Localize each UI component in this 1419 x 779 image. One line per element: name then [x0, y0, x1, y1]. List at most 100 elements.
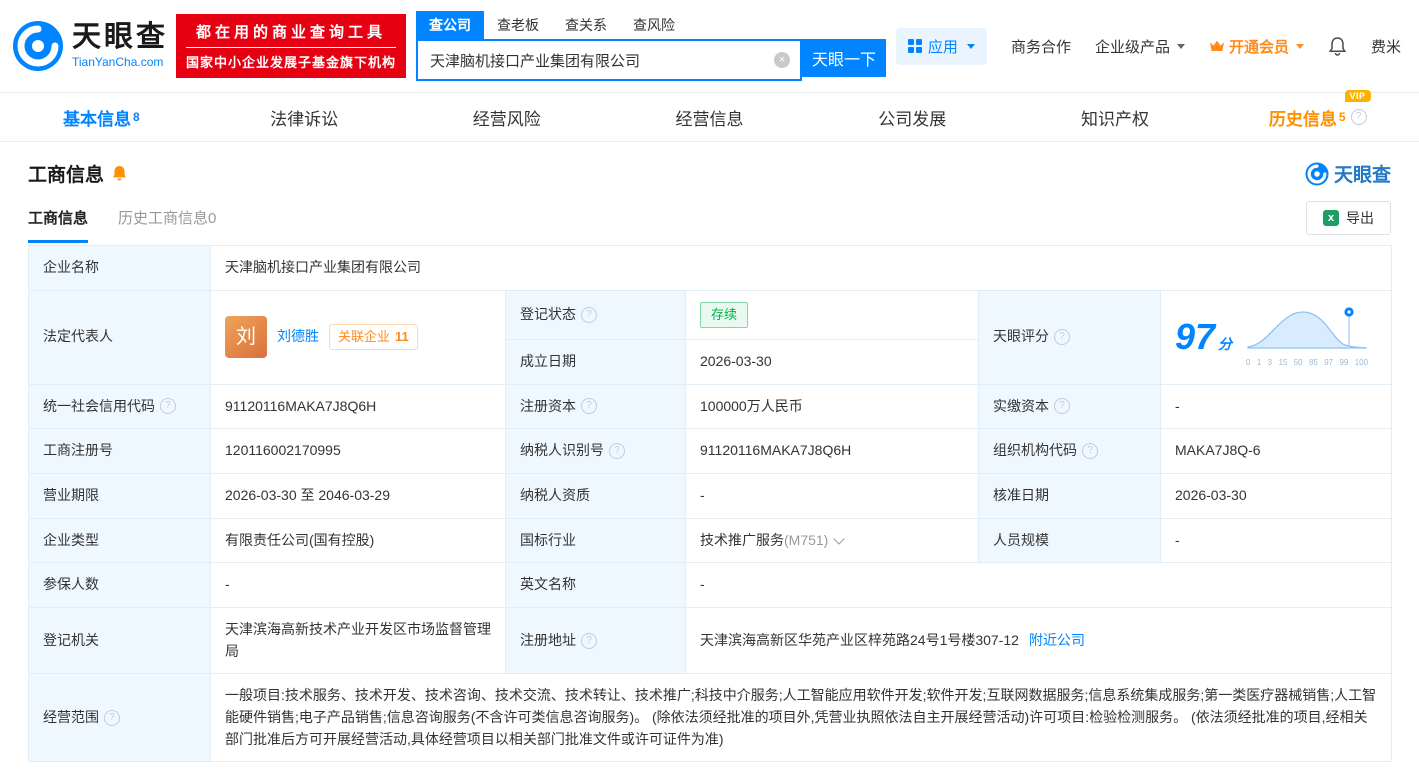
industry-value-cell: 技术推广服务(M751): [685, 517, 979, 564]
tianyancha-logo[interactable]: 天眼查 TianYanCha.com: [12, 20, 168, 72]
clear-icon[interactable]: [774, 52, 791, 68]
company-section-tabs: 基本信息 8 法律诉讼 经营风险 经营信息 公司发展 知识产权 VIP 历史信息…: [0, 89, 1419, 142]
industry-value: 技术推广服务: [700, 531, 784, 548]
subtab-business-info[interactable]: 工商信息: [28, 207, 89, 243]
help-icon[interactable]: [609, 443, 625, 460]
help-icon[interactable]: [581, 306, 597, 323]
search-tab-risk[interactable]: 查风险: [620, 11, 688, 39]
subtabs-row: 工商信息 历史工商信息0 导出: [0, 193, 1419, 243]
brand-domain: TianYanCha.com: [72, 55, 164, 69]
nav-open-vip-label: 开通会员: [1228, 38, 1289, 56]
notification-bell-icon[interactable]: [1328, 36, 1347, 56]
apps-grid-icon: [907, 39, 922, 53]
subtab-history-business-info[interactable]: 历史工商信息0: [118, 207, 216, 243]
tab-history-info-label: 历史信息: [1268, 109, 1337, 129]
paid-capital-label-cell: 实缴资本: [978, 383, 1161, 430]
search-tab-boss[interactable]: 查老板: [484, 11, 552, 39]
tianyancha-watermark-icon: [1305, 161, 1329, 186]
insured-value: -: [210, 562, 506, 608]
help-icon[interactable]: [104, 709, 120, 726]
status-badge: 存续: [700, 301, 749, 328]
slogan-line2: 国家中小企业发展子基金旗下机构: [186, 55, 397, 70]
table-row: 企业类型 有限责任公司(国有控股) 国标行业 技术推广服务(M751) 人员规模…: [28, 517, 1392, 564]
chevron-down-icon[interactable]: [833, 532, 846, 545]
export-button[interactable]: 导出: [1306, 201, 1391, 235]
help-icon[interactable]: [581, 632, 597, 649]
header: 天眼查 TianYanCha.com 都在用的商业查询工具 国家中小企业发展子基…: [0, 0, 1419, 92]
tab-company-development-label: 公司发展: [878, 109, 947, 129]
tab-operating-risk-label: 经营风险: [472, 109, 541, 129]
company-type-label: 企业类型: [28, 517, 211, 564]
related-companies-count: 11: [395, 329, 409, 345]
help-icon[interactable]: [1350, 109, 1367, 125]
tab-legal-proceedings[interactable]: 法律诉讼: [203, 93, 406, 141]
help-icon[interactable]: [1054, 398, 1070, 415]
search-tab-company[interactable]: 查公司: [416, 11, 485, 39]
nav-enterprise-products-label: 企业级产品: [1094, 38, 1170, 56]
help-icon[interactable]: [581, 398, 597, 415]
help-icon[interactable]: [160, 398, 176, 415]
tab-company-development[interactable]: 公司发展: [811, 93, 1014, 141]
approval-date-value: 2026-03-30: [1160, 472, 1392, 519]
help-icon[interactable]: [1054, 329, 1070, 346]
tab-operating-info-label: 经营信息: [675, 109, 744, 129]
score-axis: 0 1 3 15 50 85 97 99 100: [1246, 357, 1369, 367]
tab-operating-risk[interactable]: 经营风险: [405, 93, 608, 141]
score-chart: 0 1 3 15 50 85 97 99 100: [1246, 305, 1368, 369]
slogan-badge: 都在用的商业查询工具 国家中小企业发展子基金旗下机构: [176, 14, 407, 78]
industry-code: (M751): [784, 531, 829, 548]
nav-enterprise-products[interactable]: 企业级产品: [1095, 36, 1185, 57]
tab-history-info[interactable]: VIP 历史信息 5: [1216, 89, 1419, 141]
crown-icon: [1209, 40, 1224, 51]
business-info-table: 企业名称 天津脑机接口产业集团有限公司 法定代表人 刘 刘德胜 关联企业 11: [28, 245, 1392, 763]
nearby-companies-link[interactable]: 附近公司: [1029, 632, 1085, 648]
approval-date-label: 核准日期: [978, 472, 1161, 519]
chevron-down-icon: [1295, 43, 1304, 49]
search-tab-relation[interactable]: 查关系: [552, 11, 620, 39]
nav-user[interactable]: 费米: [1371, 36, 1401, 57]
reg-address-value-cell: 天津滨海高新区华苑产业区梓苑路24号1号楼307-12 附近公司: [685, 606, 1392, 675]
table-row: 统一社会信用代码 91120116MAKA7J8Q6H 注册资本 100000万…: [28, 383, 1392, 430]
table-row: 法定代表人 刘 刘德胜 关联企业 11 登记状态 ? 存续 天眼评分 ? 97 …: [28, 289, 1392, 385]
search-area: 查公司 查老板 查关系 查风险 天眼一下: [416, 11, 887, 81]
reg-status-value-cell: 存续: [685, 289, 979, 340]
export-button-label: 导出: [1346, 210, 1374, 226]
reg-number-value: 120116002170995: [210, 428, 506, 474]
staff-size-value: -: [1160, 517, 1392, 564]
reg-address-value: 天津滨海高新区华苑产业区梓苑路24号1号楼307-12: [700, 631, 1019, 648]
search-tabs: 查公司 查老板 查关系 查风险: [416, 11, 886, 39]
legal-rep-link[interactable]: 刘德胜: [277, 326, 319, 348]
help-icon[interactable]: [1082, 443, 1098, 460]
chevron-down-icon: [1176, 43, 1185, 49]
search-button[interactable]: 天眼一下: [802, 39, 887, 77]
establish-date-label: 成立日期: [505, 338, 686, 385]
vip-badge: VIP: [1344, 89, 1371, 102]
taxpayer-quality-label: 纳税人资质: [505, 472, 686, 519]
taxpayer-id-value: 91120116MAKA7J8Q6H: [685, 428, 979, 474]
business-info-section: 工商信息 天眼查 工商信息 历史工商信息0 x 导出 企业名称 天津脑机接口产业…: [0, 142, 1419, 763]
table-row: 参保人数 - 英文名称 -: [28, 562, 1392, 608]
search-input[interactable]: [428, 50, 775, 70]
tab-basic-info-label: 基本信息: [63, 109, 132, 129]
apps-menu[interactable]: 应用: [895, 27, 987, 65]
table-row: 营业期限 2026-03-30 至 2046-03-29 纳税人资质 - 核准日…: [28, 472, 1392, 519]
brand-name: 天眼查: [72, 21, 169, 53]
table-row: 企业名称 天津脑机接口产业集团有限公司: [28, 245, 1392, 291]
legal-rep-cell: 刘 刘德胜 关联企业 11: [210, 289, 506, 385]
paid-capital-value: -: [1160, 383, 1392, 430]
credit-code-label: 统一社会信用代码: [43, 397, 155, 414]
nav-business-cooperation[interactable]: 商务合作: [1011, 36, 1071, 57]
reg-authority-label: 登记机关: [28, 606, 211, 675]
monitor-bell-icon[interactable]: [112, 165, 127, 182]
related-companies-badge[interactable]: 关联企业 11: [329, 324, 418, 351]
subtab-history-business-info-count: 0: [208, 210, 217, 227]
tab-operating-info[interactable]: 经营信息: [608, 93, 811, 141]
tab-intellectual-property[interactable]: 知识产权: [1014, 93, 1217, 141]
tab-basic-info[interactable]: 基本信息 8: [0, 93, 203, 141]
score-value: 97 分: [1175, 316, 1233, 358]
legal-rep-avatar[interactable]: 刘: [225, 316, 267, 359]
org-code-value: MAKA7J8Q-6: [1160, 428, 1392, 474]
apps-menu-label: 应用: [927, 38, 958, 56]
nav-open-vip[interactable]: 开通会员: [1209, 36, 1304, 57]
business-term-value: 2026-03-30 至 2046-03-29: [210, 472, 506, 519]
